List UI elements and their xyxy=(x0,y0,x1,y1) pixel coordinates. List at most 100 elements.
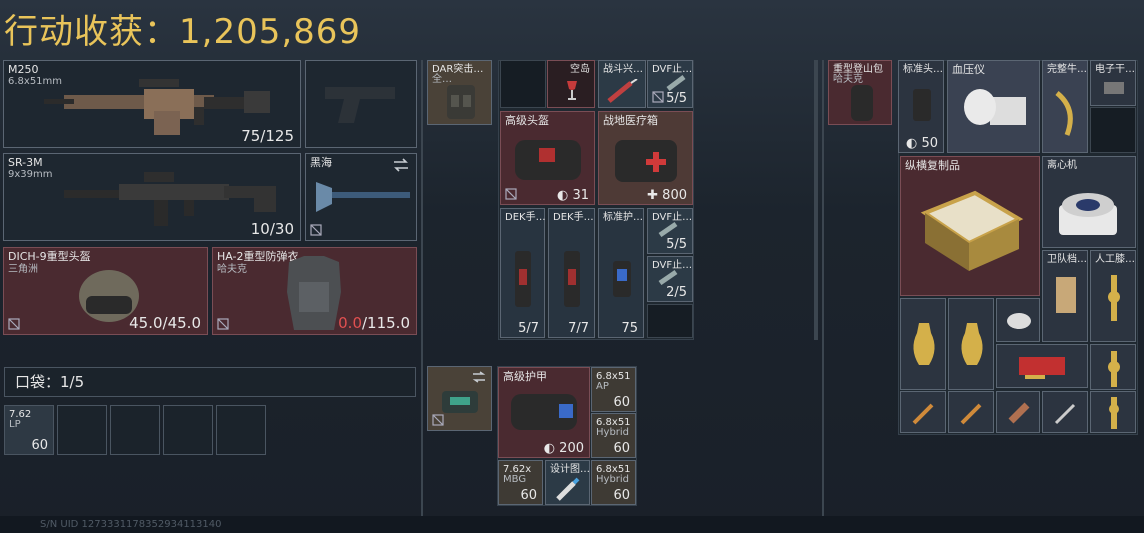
pocket-item-sub: LP xyxy=(9,419,21,430)
knife-icon xyxy=(912,403,934,425)
backpack-item-count-value: 200 xyxy=(559,441,584,456)
golden-knee-joint-icon xyxy=(1108,275,1120,321)
rig-item-dvf-bandage-3[interactable]: DVF止… 2/5 xyxy=(647,256,693,302)
container-item-blood-pressure[interactable]: 血压仪 xyxy=(947,60,1040,153)
rig-item-count: 7/7 xyxy=(568,321,589,336)
rig-item-count: 5/5 xyxy=(666,91,687,106)
container-item-golden-pitcher-1[interactable] xyxy=(900,298,946,390)
backpack-item-count: 60 xyxy=(613,441,630,456)
rig-item-combat-stim[interactable]: 战斗兴… xyxy=(598,60,646,108)
sidearm-slot[interactable] xyxy=(305,60,417,148)
backpack-icon xyxy=(442,391,478,413)
armor-durability: 0.0/115.0 xyxy=(338,314,410,332)
bandage-icon xyxy=(1008,402,1030,424)
medkit-icon xyxy=(615,140,677,182)
backpack-item-sub: Hybrid xyxy=(596,427,630,438)
container-item-graphics-card[interactable] xyxy=(996,344,1088,388)
pocket-capacity-label: 口袋：1/5 xyxy=(15,373,85,391)
container-item-golden-knee-3[interactable] xyxy=(1090,391,1136,433)
rig-item-name: DEK手… xyxy=(505,212,545,223)
golden-jug-icon xyxy=(961,323,983,365)
electronic-device-icon xyxy=(1104,82,1124,94)
backpack-item-count: 60 xyxy=(520,488,537,503)
wine-glass-icon xyxy=(567,81,577,100)
container-item-knife-2[interactable] xyxy=(948,391,994,433)
rig-item-count: 5/7 xyxy=(518,321,539,336)
rig-item-dek-2[interactable]: DEK手… 7/7 xyxy=(548,208,595,338)
pocket-slot-2[interactable] xyxy=(57,405,107,455)
pocket-slot-4[interactable] xyxy=(163,405,213,455)
graphics-card-icon xyxy=(1019,357,1065,379)
container-item-golden-pitcher-2[interactable] xyxy=(948,298,994,390)
shield-icon: ◐ xyxy=(543,441,560,456)
rig-item-count: ✚ 800 xyxy=(647,188,687,203)
rig-slot-empty[interactable] xyxy=(500,60,546,108)
container-item-name: 标准头… xyxy=(903,64,943,75)
swap-arrows-icon[interactable] xyxy=(392,158,410,172)
pocket-slot-1[interactable]: 7.62 LP 60 xyxy=(4,405,54,455)
tourniquet-icon xyxy=(658,269,678,285)
backpack-item-ammo-ap[interactable]: 6.8x51 AP 60 xyxy=(591,367,636,412)
container-item-standard-helmet[interactable]: 标准头… ◐ 50 xyxy=(898,60,944,153)
rig-item-air-island[interactable]: 空岛 xyxy=(547,60,595,108)
backpack-item-count: 60 xyxy=(613,488,630,503)
secondary-weapon-slot[interactable]: SR-3M 9x39mm 10/30 xyxy=(3,153,301,241)
container-item-count-value: 50 xyxy=(921,136,938,151)
secondary-ammo-count: 10/30 xyxy=(250,220,294,238)
chest-rig-slot[interactable]: DAR突击… 全… xyxy=(427,60,492,125)
rig-slot-empty[interactable] xyxy=(647,304,693,338)
backpack-item-name: 设计图… xyxy=(550,464,590,475)
backpack-item-blueprint[interactable]: 设计图… xyxy=(545,460,590,505)
container-item-name: 卫队档… xyxy=(1047,254,1087,265)
primary-weapon-slot[interactable]: M250 6.8x51mm 75/125 xyxy=(3,60,301,148)
container-item-ecm[interactable]: 电子干… xyxy=(1090,60,1136,106)
backpack-slot[interactable] xyxy=(427,366,492,431)
helmet-durability: 45.0/45.0 xyxy=(129,314,201,332)
rig-item-dek-1[interactable]: DEK手… 5/7 xyxy=(500,208,545,338)
container-item-centrifuge[interactable]: 离心机 xyxy=(1042,156,1136,248)
rig-item-dvf-bandage-1[interactable]: DVF止… 5/5 xyxy=(647,60,693,108)
pocket-slot-3[interactable] xyxy=(110,405,160,455)
melee-slot[interactable]: 黑海 xyxy=(305,153,417,241)
container-item-chess-replica[interactable]: 纵横复制品 xyxy=(900,156,1040,296)
backpack-item-ammo-hybrid-1[interactable]: 6.8x51 Hybrid 60 xyxy=(591,413,636,458)
armor-slot[interactable]: HA-2重型防弹衣 哈夫克 0.0/115.0 xyxy=(212,247,417,335)
backpack-item-advanced-armor[interactable]: 高级护甲 ◐ 200 xyxy=(498,367,590,458)
pocket-slot-5[interactable] xyxy=(216,405,266,455)
rig-item-advanced-helmet[interactable]: 高级头盔 ◐ 31 xyxy=(500,111,595,205)
armor-durability-current: 0.0 xyxy=(338,314,362,332)
blood-pressure-monitor-icon xyxy=(964,89,1026,125)
med-injector-icon xyxy=(564,251,580,307)
golden-knee-joint-icon xyxy=(1108,351,1120,387)
container-item-guard-file[interactable]: 卫队档… xyxy=(1042,250,1088,342)
no-carry-icon xyxy=(432,414,444,426)
container-item-bandage[interactable] xyxy=(996,391,1040,433)
swap-arrows-icon[interactable] xyxy=(471,371,487,383)
container-item-bull[interactable]: 完整牛… xyxy=(1042,60,1088,153)
container-item-knife-1[interactable] xyxy=(900,391,946,433)
container-item-artificial-knee[interactable]: 人工膝… xyxy=(1090,250,1136,342)
container-item-tool[interactable] xyxy=(1042,391,1088,433)
container-item-disc[interactable] xyxy=(996,298,1040,342)
container-slot-empty[interactable] xyxy=(1090,107,1136,153)
backpack-item-ammo-mbg[interactable]: 7.62x MBG 60 xyxy=(498,460,543,505)
rig-scrollbar[interactable] xyxy=(814,60,818,340)
rig-item-standard-armor[interactable]: 标准护… 75 xyxy=(598,208,644,338)
container-slot[interactable]: 重型登山包 哈夫克 xyxy=(828,60,892,125)
rig-item-count: 75 xyxy=(621,321,638,336)
health-plus-icon: ✚ xyxy=(647,188,663,203)
helmet-slot[interactable]: DICH-9重型头盔 三角洲 45.0/45.0 xyxy=(3,247,208,335)
hiking-backpack-icon xyxy=(851,85,873,121)
primary-ammo-count: 75/125 xyxy=(241,127,294,145)
no-carry-icon xyxy=(652,91,664,103)
rig-item-count: ◐ 31 xyxy=(557,188,589,203)
panel-divider xyxy=(822,60,824,516)
rig-item-field-medkit[interactable]: 战地医疗箱 ✚ 800 xyxy=(598,111,693,205)
rig-item-count-value: 31 xyxy=(572,188,589,203)
backpack-item-ammo-hybrid-2[interactable]: 6.8x51 Hybrid 60 xyxy=(591,460,636,505)
armor-durability-max: /115.0 xyxy=(362,314,410,332)
rig-item-dvf-bandage-2[interactable]: DVF止… 5/5 xyxy=(647,208,693,254)
helmet-plate-icon xyxy=(913,89,931,121)
container-item-golden-knee-2[interactable] xyxy=(1090,344,1136,390)
chess-set-icon xyxy=(920,190,1024,271)
